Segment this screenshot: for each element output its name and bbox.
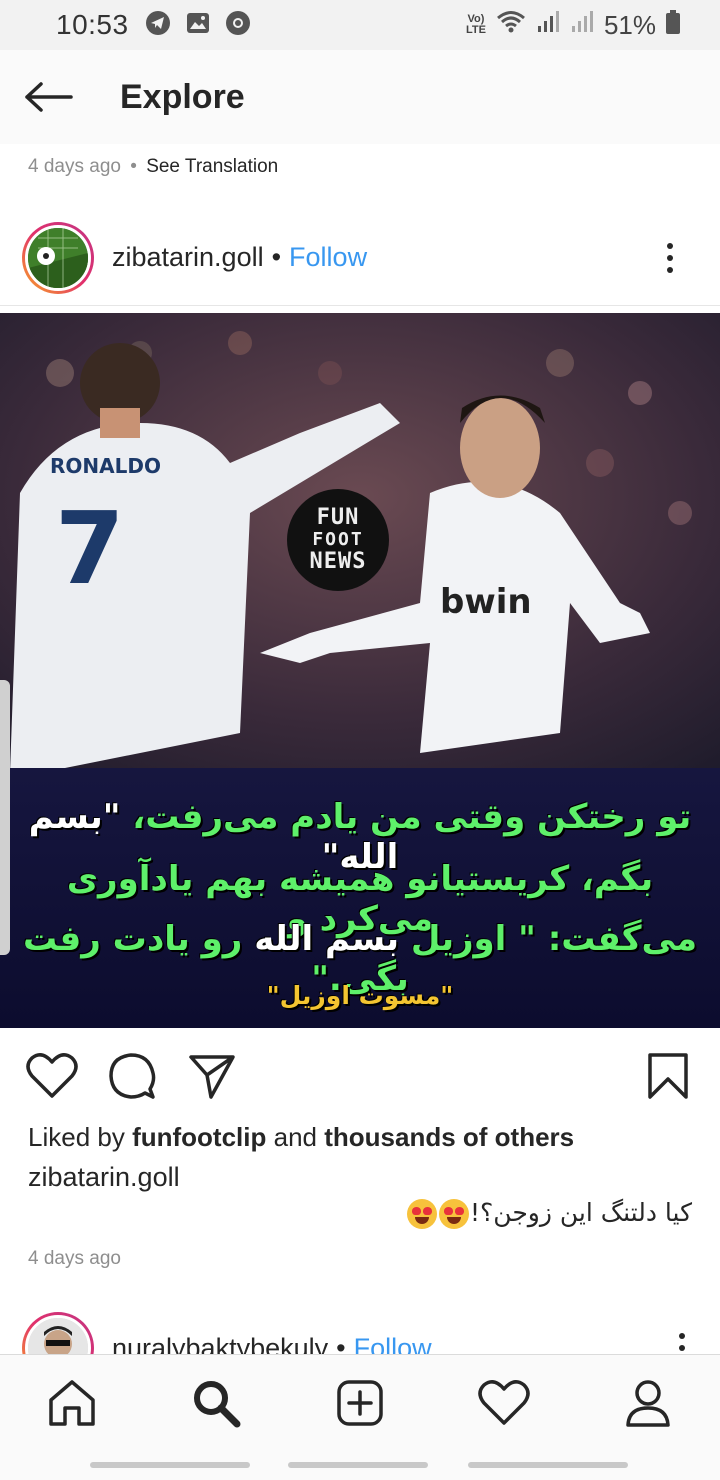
post-username[interactable]: zibatarin.goll — [112, 242, 264, 273]
post-action-bar — [0, 1040, 720, 1112]
username-bullet: • — [271, 242, 282, 272]
nav-search[interactable] — [176, 1363, 256, 1443]
caption-line3-white: بسم الله — [254, 919, 399, 959]
gesture-hint-right[interactable] — [468, 1462, 628, 1468]
gesture-navigation-bar — [0, 1450, 720, 1480]
more-dot-icon — [667, 266, 673, 273]
nav-new-post[interactable] — [320, 1363, 400, 1443]
jersey-number: 7 — [55, 490, 125, 607]
follow-button[interactable]: Follow — [289, 242, 367, 273]
caption-username[interactable]: zibatarin.goll — [28, 1162, 180, 1193]
more-dot-icon — [679, 1345, 685, 1351]
caption-line3-a: می‌گفت: " اوزیل — [410, 919, 697, 959]
avatar-image — [25, 224, 91, 291]
previous-post-meta: 4 days ago • See Translation — [28, 156, 278, 178]
gallery-icon — [185, 10, 211, 41]
page-title: Explore — [120, 77, 245, 116]
send-icon — [189, 1055, 235, 1099]
next-username-bullet: • — [336, 1332, 346, 1355]
post-image[interactable]: RONALDO 7 bwin FUN FOOT NEWS تو رختکن وق… — [0, 313, 720, 1028]
next-follow-button[interactable]: Follow — [354, 1333, 432, 1355]
logo-line3: NEWS — [309, 549, 367, 574]
heart-eyes-emoji-icon — [407, 1199, 438, 1229]
heart-icon — [26, 1053, 78, 1098]
nav-home[interactable] — [32, 1363, 112, 1443]
likes-summary: Liked by funfootclip and thousands of ot… — [28, 1122, 574, 1153]
system-indicators: Vo) LTE 51% — [466, 9, 680, 41]
app-header: Explore — [0, 50, 720, 144]
edge-panel-handle[interactable] — [0, 680, 10, 955]
meta-separator: • — [130, 156, 137, 177]
notification-icons — [145, 10, 251, 41]
post-time: 4 days ago — [28, 1248, 121, 1269]
jersey-name: RONALDO — [50, 454, 161, 478]
previous-post-time: 4 days ago — [28, 156, 121, 177]
more-options-button[interactable] — [640, 228, 700, 288]
battery-icon — [666, 9, 680, 41]
bottom-navigation — [0, 1354, 720, 1450]
bookmark-icon — [648, 1053, 688, 1099]
heart-eyes-emoji-icon — [439, 1199, 470, 1229]
back-button[interactable] — [0, 50, 96, 144]
home-icon — [49, 1379, 95, 1426]
save-button[interactable] — [640, 1048, 696, 1104]
caption-line1-green: تو رختکن وقتی من یادم می‌رفت، — [132, 797, 692, 837]
telegram-icon — [145, 10, 171, 41]
add-post-icon — [337, 1379, 383, 1426]
caption-text: کیا دلتنگ این زوجن؟! — [406, 1198, 692, 1229]
caption-text-body: کیا دلتنگ این زوجن؟! — [470, 1198, 692, 1227]
gesture-hint-center[interactable] — [288, 1462, 428, 1468]
profile-icon — [626, 1379, 670, 1427]
chrome-icon — [225, 10, 251, 41]
nav-activity[interactable] — [464, 1363, 544, 1443]
comment-icon — [109, 1053, 156, 1099]
volte-indicator: Vo) LTE — [466, 14, 486, 36]
heart-icon — [478, 1379, 530, 1425]
wifi-icon — [496, 10, 526, 41]
liked-by-and: and — [273, 1122, 317, 1152]
liked-by-others[interactable]: thousands of others — [324, 1122, 574, 1152]
signal-icon-1 — [536, 10, 560, 41]
liked-by-prefix: Liked by — [28, 1122, 125, 1152]
nav-profile[interactable] — [608, 1363, 688, 1443]
share-button[interactable] — [184, 1048, 240, 1104]
status-bar: 10:53 Vo) LTE 51% — [0, 0, 720, 50]
comment-button[interactable] — [104, 1048, 160, 1104]
more-dot-icon — [667, 242, 673, 249]
jersey-sponsor: bwin — [440, 582, 532, 622]
next-post-header: nuralybaktybekuly • Follow — [0, 1306, 720, 1354]
liked-by-user[interactable]: funfootclip — [132, 1122, 266, 1152]
more-dot-icon — [667, 254, 673, 261]
next-post-username-row: nuralybaktybekuly • Follow — [112, 1333, 432, 1355]
next-post-avatar[interactable] — [22, 1312, 94, 1354]
status-time: 10:53 — [56, 9, 129, 40]
battery-percent: 51% — [603, 9, 656, 40]
volte-line2: LTE — [465, 24, 486, 36]
logo-line2: FOOT — [312, 529, 364, 550]
see-translation-link[interactable]: See Translation — [146, 156, 278, 177]
post-header: zibatarin.goll • Follow — [0, 210, 720, 306]
avatar[interactable] — [22, 221, 94, 294]
gesture-hint-left[interactable] — [90, 1462, 250, 1468]
image-caption-attribution: "مسوت اوزیل" — [266, 981, 454, 1010]
fun-foot-news-logo: FUN FOOT NEWS — [287, 489, 389, 591]
arrow-left-icon — [25, 82, 73, 112]
more-dot-icon — [679, 1333, 685, 1339]
next-post-username[interactable]: nuralybaktybekuly — [112, 1333, 328, 1355]
next-more-options-button[interactable] — [652, 1318, 712, 1354]
search-icon — [194, 1380, 241, 1427]
post-username-row: zibatarin.goll • Follow — [112, 242, 367, 273]
signal-icon-2 — [570, 10, 594, 41]
like-button[interactable] — [24, 1048, 80, 1104]
logo-line1: FUN — [316, 505, 360, 530]
